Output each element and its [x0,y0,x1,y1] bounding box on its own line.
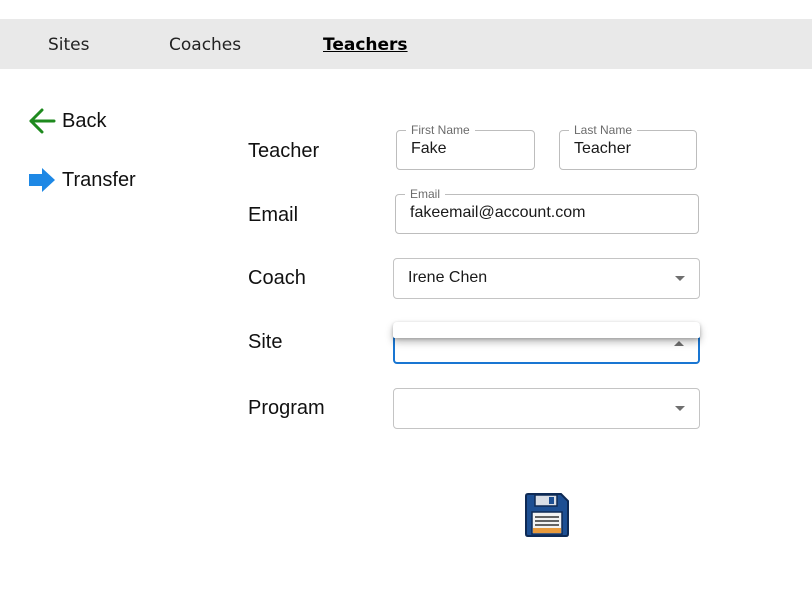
chevron-down-icon [675,406,685,411]
program-label: Program [248,397,325,419]
tab-teachers[interactable]: Teachers [323,35,408,55]
first-name-value: Fake [411,140,447,157]
coach-select-value: Irene Chen [408,269,488,286]
last-name-field[interactable]: Last Name Teacher [559,123,697,170]
save-button[interactable] [524,492,570,538]
first-name-legend: First Name [406,123,475,137]
back-button[interactable]: Back [28,107,106,135]
first-name-field[interactable]: First Name Fake [396,123,535,170]
last-name-legend: Last Name [569,123,638,137]
email-legend: Email [405,187,446,201]
teacher-label: Teacher [248,140,320,162]
tab-coaches[interactable]: Coaches [169,35,241,55]
email-label: Email [248,204,299,226]
arrow-right-icon [28,167,56,193]
chevron-up-icon [674,341,684,346]
top-nav: Sites Coaches Teachers [0,19,812,69]
program-select[interactable] [393,388,700,429]
site-label: Site [248,331,283,353]
last-name-value: Teacher [574,140,631,157]
transfer-label: Transfer [62,168,136,191]
page: Sites Coaches Teachers Back Transfer Tea… [0,0,812,614]
chevron-down-icon [675,276,685,281]
email-field[interactable]: Email fakeemail@account.com [395,187,699,234]
tab-sites[interactable]: Sites [48,35,90,55]
back-label: Back [62,109,107,132]
floppy-disk-icon [524,493,570,542]
site-dropdown-menu[interactable] [393,322,700,338]
transfer-button[interactable]: Transfer [28,166,136,194]
coach-label: Coach [248,267,306,289]
coach-select[interactable]: Irene Chen [393,258,700,299]
arrow-left-icon [28,108,56,134]
email-value: fakeemail@account.com [410,204,586,221]
